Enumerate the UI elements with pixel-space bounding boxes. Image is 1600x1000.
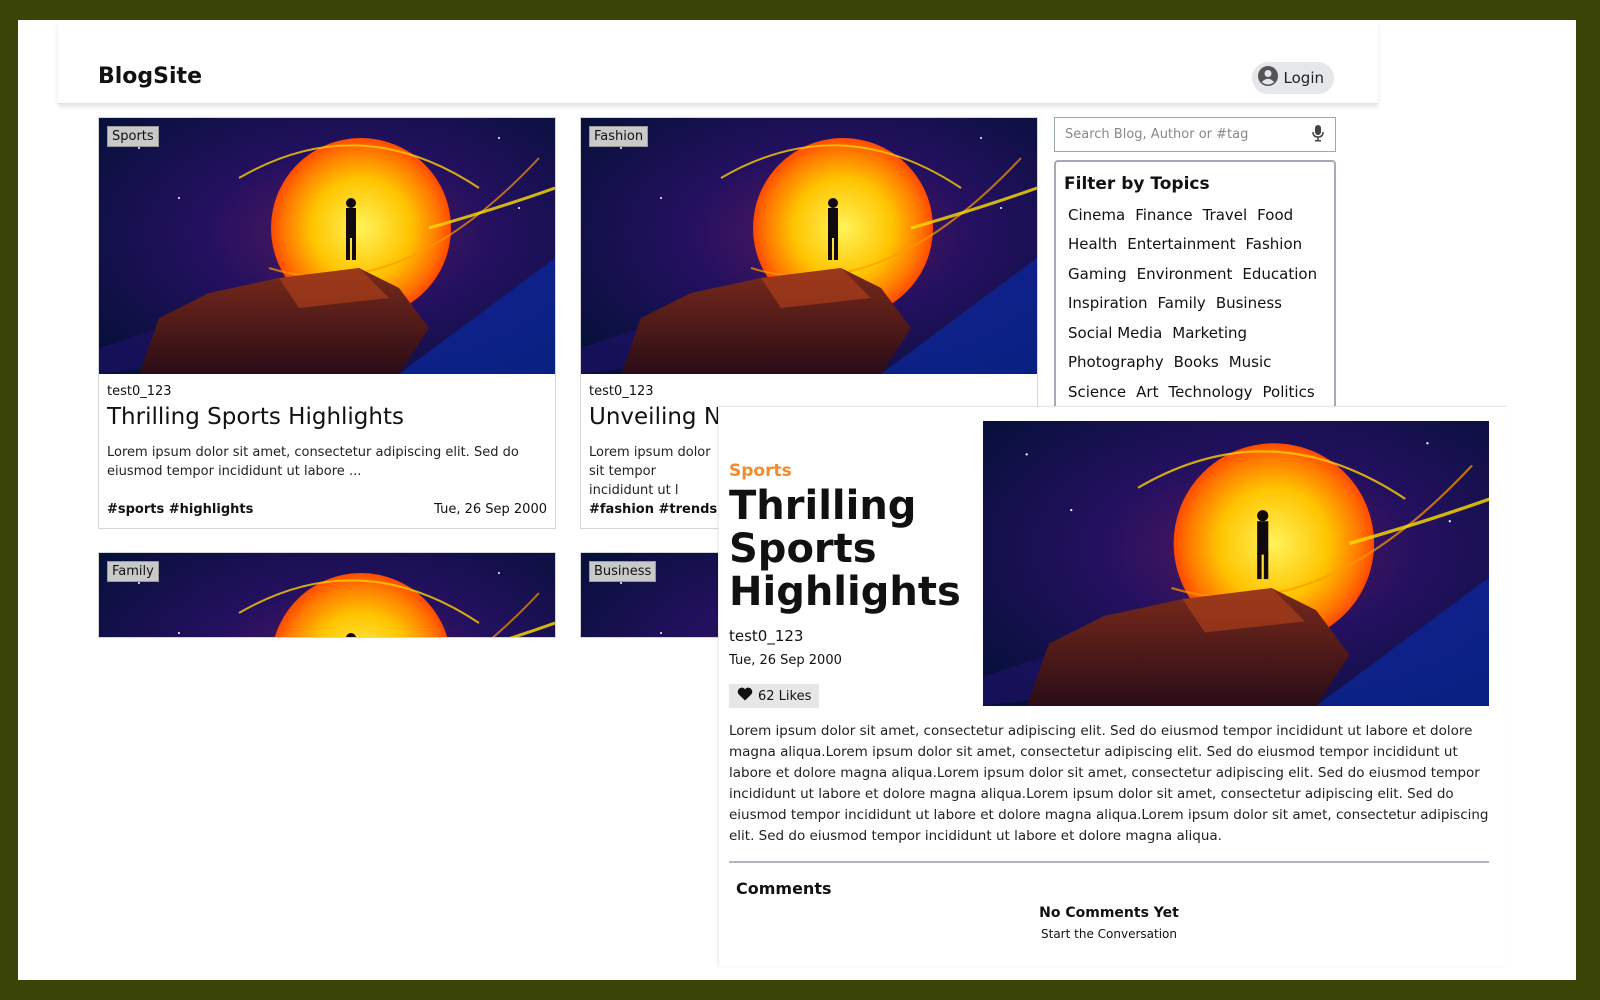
- blog-card-image: [581, 118, 1037, 374]
- topic-chip[interactable]: Music: [1225, 353, 1278, 371]
- comments-title: Comments: [736, 879, 832, 898]
- topic-chip[interactable]: Food: [1253, 206, 1299, 224]
- login-label: Login: [1283, 69, 1324, 87]
- no-comments-heading: No Comments Yet: [1039, 905, 1179, 921]
- topic-chip[interactable]: Business: [1212, 294, 1288, 312]
- card-tags: #sports #highlights: [107, 502, 254, 517]
- start-conversation-text: Start the Conversation: [1041, 927, 1177, 941]
- topic-chip[interactable]: Marketing: [1168, 324, 1253, 342]
- site-logo[interactable]: BlogSite: [98, 64, 202, 89]
- detail-category[interactable]: Sports: [729, 461, 792, 481]
- topic-row: Science Art Technology Politics: [1064, 377, 1326, 407]
- topic-chip[interactable]: Books: [1170, 353, 1225, 371]
- topic-chip[interactable]: Health: [1064, 235, 1123, 253]
- search-input[interactable]: [1065, 127, 1311, 142]
- detail-author[interactable]: test0_123: [729, 627, 803, 645]
- search-box: [1054, 117, 1336, 152]
- top-navbar: BlogSite Login: [58, 20, 1378, 104]
- topic-row: Inspiration Family Business: [1064, 289, 1326, 319]
- category-badge: Business: [589, 561, 657, 582]
- topic-chip[interactable]: Finance: [1131, 206, 1198, 224]
- topic-chip[interactable]: Politics: [1259, 383, 1321, 401]
- topic-chip[interactable]: Technology: [1164, 383, 1258, 401]
- topic-chip[interactable]: Science: [1064, 383, 1132, 401]
- card-tags: #fashion #trends: [589, 502, 718, 517]
- card-description: Lorem ipsum dolor sit amet, consectetur …: [107, 445, 519, 479]
- browser-viewport: BlogSite Login Sports test0_123 Thrillin…: [18, 20, 1576, 980]
- card-date: Tue, 26 Sep 2000: [434, 502, 547, 517]
- topic-chip[interactable]: Gaming: [1064, 265, 1133, 283]
- card-author: test0_123: [589, 384, 654, 399]
- topic-row: Photography Books Music: [1064, 348, 1326, 378]
- card-description: Lorem ipsum dolor sit tempor incididunt …: [589, 445, 711, 498]
- blog-card[interactable]: Sports test0_123 Thrilling Sports Highli…: [98, 117, 556, 529]
- topic-chip[interactable]: Social Media: [1064, 324, 1168, 342]
- category-badge: Sports: [107, 126, 159, 147]
- topic-chip[interactable]: Photography: [1064, 353, 1170, 371]
- heart-icon: [737, 687, 753, 705]
- topic-row: Gaming Environment Education: [1064, 259, 1326, 289]
- topic-chip[interactable]: Family: [1154, 294, 1212, 312]
- topic-row: Cinema Finance Travel Food: [1064, 200, 1326, 230]
- topic-chip[interactable]: Inspiration: [1064, 294, 1154, 312]
- blog-card[interactable]: Family: [98, 552, 556, 638]
- category-badge: Family: [107, 561, 159, 582]
- topic-row: Social Media Marketing: [1064, 318, 1326, 348]
- login-button[interactable]: Login: [1251, 62, 1334, 94]
- user-circle-icon: [1257, 66, 1278, 90]
- detail-body-text: Lorem ipsum dolor sit amet, consectetur …: [729, 723, 1489, 844]
- topic-chip[interactable]: Travel: [1199, 206, 1254, 224]
- detail-title: Thrilling Sports Highlights: [729, 483, 961, 615]
- blog-card-image: [99, 553, 555, 638]
- blog-card-image: [99, 118, 555, 374]
- topic-chip[interactable]: Fashion: [1242, 235, 1309, 253]
- topic-chip[interactable]: Environment: [1133, 265, 1239, 283]
- category-badge: Fashion: [589, 126, 649, 147]
- card-title[interactable]: Unveiling Ne: [589, 404, 735, 430]
- topic-row: Health Entertainment Fashion: [1064, 230, 1326, 260]
- microphone-icon[interactable]: [1311, 124, 1325, 146]
- topic-chip[interactable]: Education: [1238, 265, 1323, 283]
- card-title[interactable]: Thrilling Sports Highlights: [107, 404, 404, 430]
- detail-image: [983, 421, 1489, 706]
- card-author: test0_123: [107, 384, 172, 399]
- blog-detail-panel: Sports Thrilling Sports Highlights test0…: [718, 406, 1506, 966]
- topic-chip[interactable]: Cinema: [1064, 206, 1131, 224]
- likes-button[interactable]: 62 Likes: [729, 684, 820, 708]
- divider: [729, 861, 1489, 863]
- topic-chip[interactable]: Art: [1132, 383, 1164, 401]
- topics-title: Filter by Topics: [1064, 174, 1210, 194]
- detail-date: Tue, 26 Sep 2000: [729, 653, 842, 668]
- topic-chip[interactable]: Entertainment: [1123, 235, 1241, 253]
- likes-count: 62 Likes: [758, 688, 812, 704]
